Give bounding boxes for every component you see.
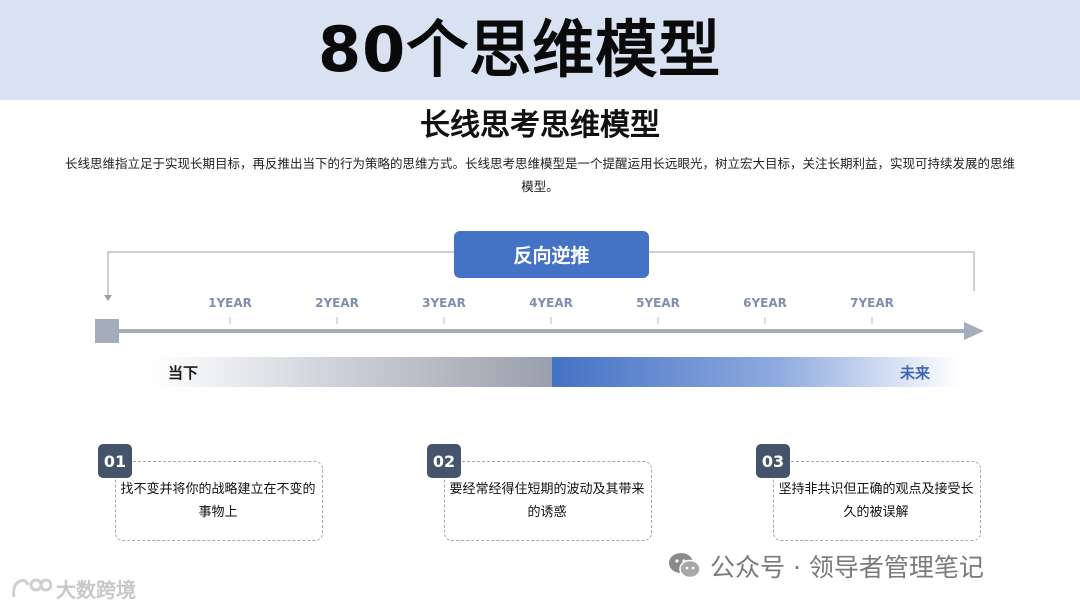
principle-text-1: 找不变并将你的战略建立在不变的事物上 (120, 482, 316, 520)
model-title: 长线思考思维模型 (420, 108, 660, 143)
future-label: 未来 (900, 364, 931, 382)
year-label-7: 7YEAR (850, 296, 894, 310)
year-label-5: 5YEAR (636, 296, 680, 310)
year-label-3: 3YEAR (422, 296, 466, 310)
year-label-6: 6YEAR (743, 296, 787, 310)
bracket-arrowhead (104, 295, 112, 301)
year-label-4: 4YEAR (529, 296, 573, 310)
timeline-arrowhead (964, 322, 984, 340)
principle-text-2: 要经常经得住短期的波动及其带来的诱惑 (449, 482, 645, 520)
principle-text-3: 坚持非共识但正确的观点及接受长久的被误解 (778, 482, 974, 520)
year-label-1: 1YEAR (208, 296, 252, 310)
present-gradient-bar (150, 357, 552, 387)
wechat-watermark: 公众号 · 领导者管理笔记 (668, 548, 984, 584)
model-description: 长线思维指立足于实现长期目标，再反推出当下的行为策略的思维方式。长线思考思维模型… (64, 156, 1015, 194)
timeline-start-marker (95, 319, 119, 343)
page-title: 80个思维模型 (318, 13, 722, 86)
principle-number-1: 01 (98, 444, 132, 478)
year-label-2: 2YEAR (315, 296, 359, 310)
wechat-icon (669, 553, 701, 579)
watermark-brand-text: 大数跨境 (56, 578, 136, 602)
future-gradient-bar (552, 357, 960, 387)
watermark-account-text: 公众号 · 领导者管理笔记 (710, 553, 984, 582)
principle-number-3: 03 (756, 444, 790, 478)
brand-logo-icon (12, 578, 52, 597)
brand-watermark: 大数跨境 (10, 574, 136, 603)
principle-number-2: 02 (427, 444, 461, 478)
present-label: 当下 (168, 364, 199, 382)
reverse-inference-label: 反向逆推 (454, 231, 649, 278)
